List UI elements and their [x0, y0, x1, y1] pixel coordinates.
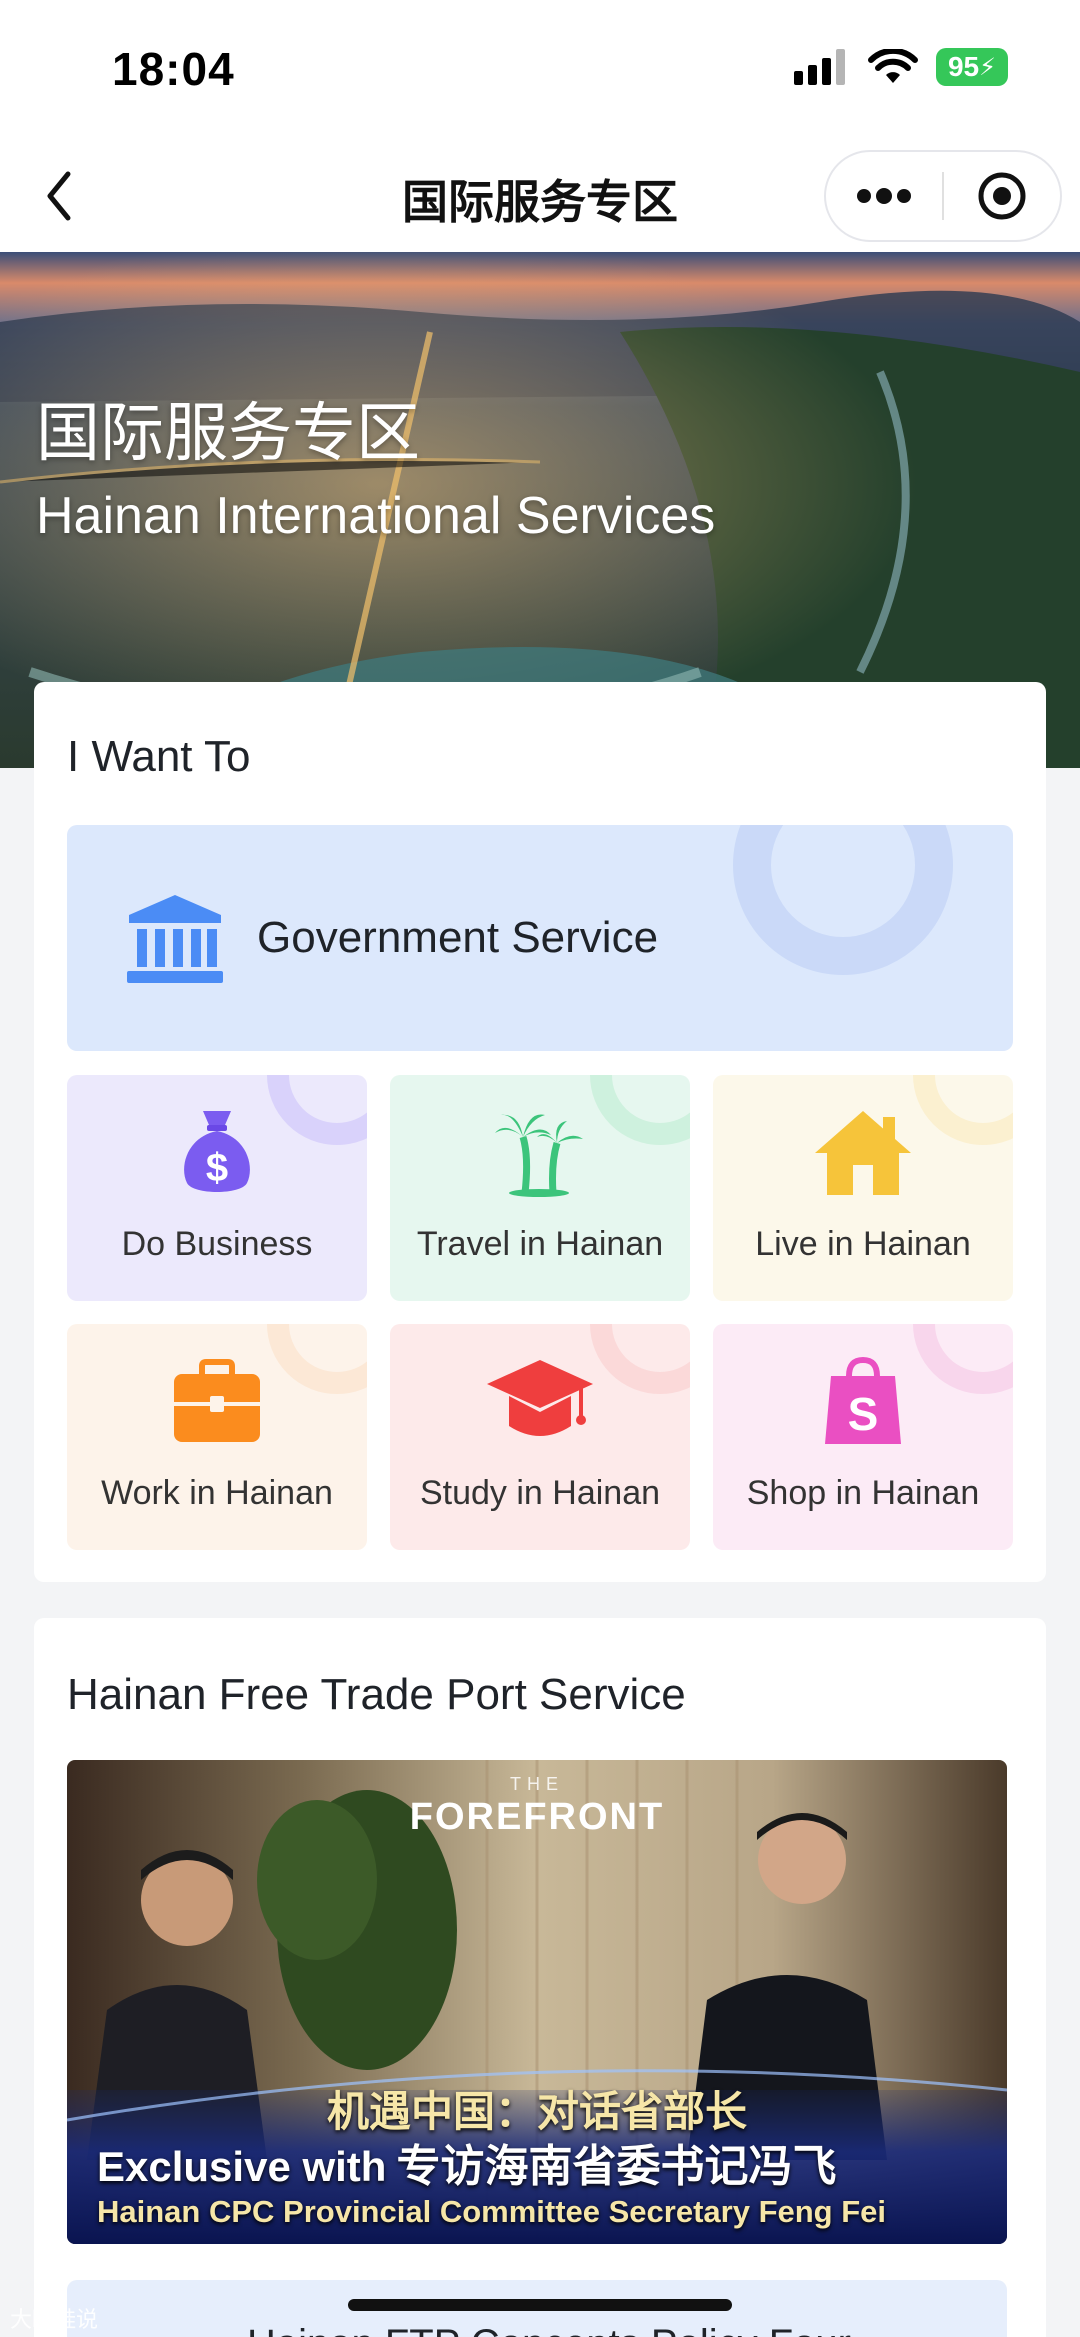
- house-icon: [713, 1107, 1013, 1197]
- video-subtitle: Hainan CPC Provincial Committee Secretar…: [97, 2194, 887, 2229]
- video-headline-en-prefix: Exclusive with: [97, 2143, 387, 2190]
- target-circle-icon: [978, 172, 1026, 220]
- shop-in-hainan-label: Shop in Hainan: [746, 1474, 980, 1512]
- battery-level: 95: [947, 51, 980, 82]
- live-in-hainan-tile[interactable]: Live in Hainan: [713, 1075, 1013, 1301]
- more-button[interactable]: [826, 152, 942, 240]
- shopping-bag-icon: S: [713, 1356, 1013, 1446]
- status-time: 18:04: [112, 43, 235, 95]
- signal-icon: [794, 49, 845, 85]
- travel-in-hainan-label: Travel in Hainan: [416, 1225, 664, 1263]
- video-headline-cn2: 专访海南省委书记冯飞: [396, 2142, 837, 2191]
- hero-title-en: Hainan International Services: [36, 487, 716, 545]
- svg-text:S: S: [848, 1388, 879, 1440]
- travel-in-hainan-tile[interactable]: Travel in Hainan: [390, 1075, 690, 1301]
- forefront-brand: FOREFRONT: [409, 1796, 665, 1838]
- charging-icon: ⚡: [979, 53, 996, 81]
- close-button[interactable]: [944, 152, 1060, 240]
- study-in-hainan-label: Study in Hainan: [419, 1474, 661, 1512]
- money-bag-icon: $: [67, 1107, 367, 1197]
- work-in-hainan-tile[interactable]: Work in Hainan: [67, 1324, 367, 1550]
- bank-building-icon: [127, 895, 223, 983]
- more-dots-icon: [857, 188, 911, 204]
- graduation-cap-icon: [390, 1356, 690, 1446]
- status-bar: 18:04 95 ⚡: [0, 0, 1080, 140]
- palm-tree-icon: [390, 1107, 690, 1197]
- do-business-tile[interactable]: $ Do Business: [67, 1075, 367, 1301]
- nav-bar: 国际服务专区: [0, 140, 1080, 252]
- video-headline-row: Exclusive with 专访海南省委书记冯飞: [97, 2130, 836, 2194]
- wifi-icon: [868, 49, 918, 83]
- mini-program-capsule: [824, 150, 1062, 242]
- i-want-to-card: I Want To Government Service $ Do Busine…: [34, 682, 1046, 1582]
- tile-decoration: [733, 825, 953, 975]
- work-in-hainan-label: Work in Hainan: [101, 1474, 333, 1512]
- live-in-hainan-label: Live in Hainan: [755, 1225, 971, 1263]
- battery-indicator: 95 ⚡: [936, 48, 1008, 86]
- watermark-text: 大眼蛙说: [10, 2307, 99, 2332]
- government-service-tile[interactable]: Government Service: [67, 825, 1013, 1051]
- free-trade-port-card: Hainan Free Trade Port Service THE FOREF…: [34, 1618, 1046, 2337]
- svg-text:$: $: [206, 1146, 228, 1190]
- shop-in-hainan-tile[interactable]: S Shop in Hainan: [713, 1324, 1013, 1550]
- hero-title-cn: 国际服务专区: [36, 397, 420, 469]
- forefront-brand-top: THE: [510, 1774, 564, 1794]
- ftp-video-thumbnail[interactable]: THE FOREFRONT 机遇中国：对话省部长 Exclusive with …: [67, 1760, 1007, 2244]
- government-service-label: Government Service: [257, 913, 659, 962]
- section-title-ftp: Hainan Free Trade Port Service: [67, 1670, 686, 1719]
- home-indicator: [348, 2299, 732, 2311]
- section-title-i-want-to: I Want To: [67, 732, 251, 781]
- ftp-next-item-label: Hainan FTP Concepts Policy Four...: [247, 2322, 882, 2337]
- do-business-label: Do Business: [121, 1225, 313, 1263]
- status-icons: 95 ⚡: [794, 48, 1008, 86]
- study-in-hainan-tile[interactable]: Study in Hainan: [390, 1324, 690, 1550]
- briefcase-icon: [67, 1356, 367, 1446]
